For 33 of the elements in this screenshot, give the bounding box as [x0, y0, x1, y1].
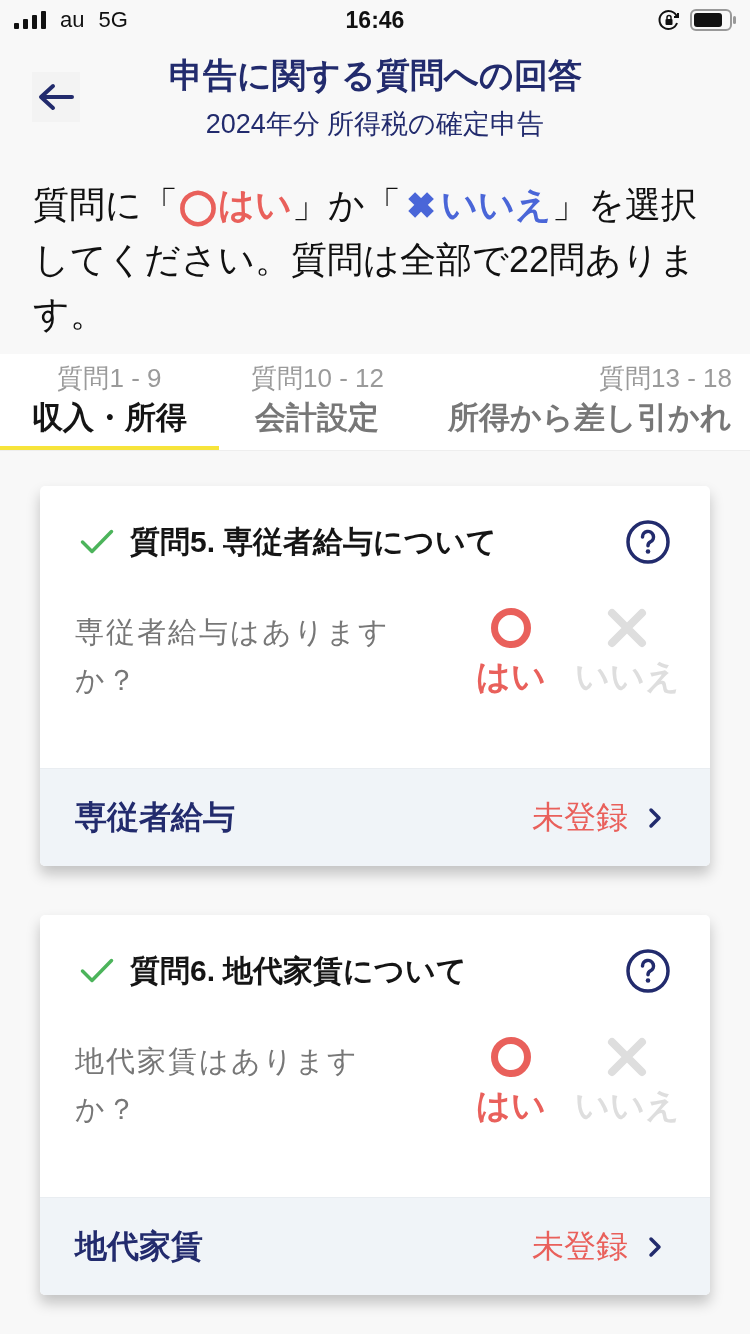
status-time: 16:46 — [345, 6, 405, 34]
arrow-left-icon — [38, 83, 74, 111]
back-button[interactable] — [32, 72, 80, 122]
page-title: 申告に関する質問への回答 — [168, 55, 582, 95]
question-title: 質問6. 地代家賃について — [130, 952, 469, 989]
circle-icon — [491, 608, 531, 648]
chevron-right-icon — [648, 806, 662, 829]
help-icon — [626, 949, 670, 993]
chevron-right-icon — [648, 1235, 662, 1258]
help-button[interactable] — [626, 520, 670, 564]
cross-icon — [607, 608, 647, 648]
item-name: 地代家賃 — [75, 1226, 204, 1266]
help-icon — [626, 520, 670, 564]
question-text: 地代家賃はありますか？ — [75, 1044, 360, 1127]
registration-row[interactable]: 専従者給与 未登録 — [40, 768, 710, 866]
page-subtitle: 2024年分 所得税の確定申告 — [205, 109, 545, 139]
instruction-text: 質問に「◯はい」か「 ✖ いいえ」を選択してください。質問は全部で22問あります。 — [32, 183, 698, 336]
signal-icon — [14, 11, 46, 29]
help-button[interactable] — [626, 949, 670, 993]
yes-button[interactable]: はい — [458, 608, 564, 704]
registration-status: 未登録 — [532, 797, 628, 837]
circle-icon — [491, 1037, 531, 1077]
registration-status: 未登録 — [532, 1226, 628, 1266]
question-text: 専従者給与はありますか？ — [75, 615, 391, 698]
rotation-lock-icon — [658, 9, 680, 31]
carrier-name: au — [60, 7, 85, 33]
network-type: 5G — [98, 7, 128, 33]
question-title: 質問5. 専従者給与について — [130, 523, 499, 560]
item-name: 専従者給与 — [75, 797, 236, 837]
cross-icon — [607, 1037, 647, 1077]
yes-button[interactable]: はい — [458, 1037, 564, 1133]
registration-row[interactable]: 地代家賃 未登録 — [40, 1197, 710, 1295]
battery-icon — [690, 9, 736, 31]
